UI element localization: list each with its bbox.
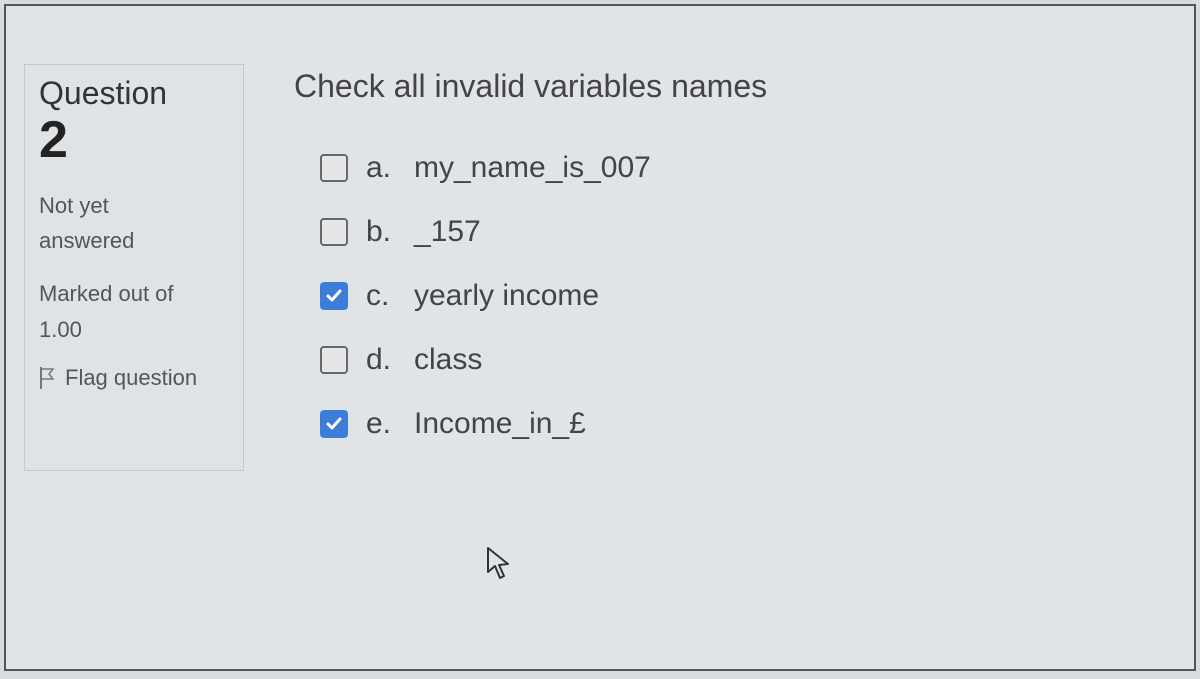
question-content: Check all invalid variables names a. my_… <box>294 64 1176 471</box>
checkbox-b[interactable] <box>320 218 348 246</box>
checkbox-c[interactable] <box>320 282 348 310</box>
answer-letter: e. <box>366 407 396 441</box>
answer-letter: d. <box>366 343 396 377</box>
answer-letter: b. <box>366 215 396 249</box>
answer-option-a: a. my_name_is_007 <box>320 151 1176 185</box>
checkbox-a[interactable] <box>320 154 348 182</box>
flag-question-link[interactable]: Flag question <box>39 365 229 391</box>
question-number: 2 <box>39 114 229 166</box>
answer-option-b: b. _157 <box>320 215 1176 249</box>
answer-text: Income_in_£ <box>414 407 586 441</box>
answer-option-d: d. class <box>320 343 1176 377</box>
question-prompt: Check all invalid variables names <box>294 68 1176 105</box>
question-info-panel: Question 2 Not yet answered Marked out o… <box>24 64 244 471</box>
marked-line-1: Marked out of <box>39 276 229 311</box>
answer-letter: c. <box>366 279 396 313</box>
checkbox-d[interactable] <box>320 346 348 374</box>
answer-option-c: c. yearly income <box>320 279 1176 313</box>
flag-icon <box>39 367 57 389</box>
answer-list: a. my_name_is_007 b. _157 c. yearly inco… <box>294 151 1176 441</box>
answer-text: yearly income <box>414 279 599 313</box>
answer-status: Not yet answered <box>39 188 229 258</box>
status-line-1: Not yet <box>39 188 229 223</box>
answer-text: class <box>414 343 482 377</box>
checkbox-e[interactable] <box>320 410 348 438</box>
marks-info: Marked out of 1.00 <box>39 276 229 346</box>
status-line-2: answered <box>39 223 229 258</box>
answer-letter: a. <box>366 151 396 185</box>
question-label: Question <box>39 75 229 112</box>
answer-text: _157 <box>414 215 481 249</box>
answer-text: my_name_is_007 <box>414 151 651 185</box>
cursor-icon <box>486 546 514 582</box>
answer-option-e: e. Income_in_£ <box>320 407 1176 441</box>
marked-line-2: 1.00 <box>39 312 229 347</box>
flag-label: Flag question <box>65 365 197 391</box>
